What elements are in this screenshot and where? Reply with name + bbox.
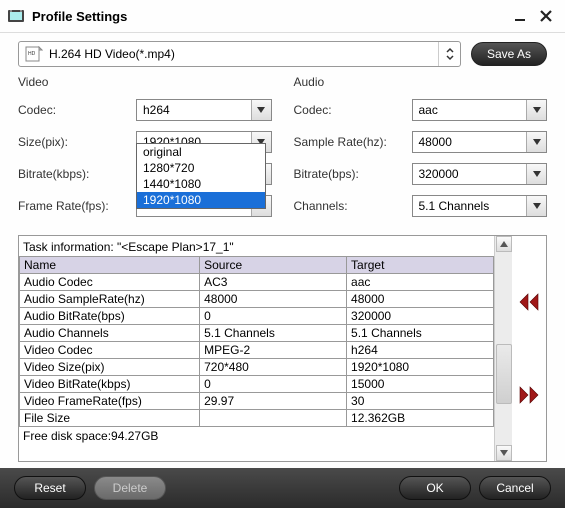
profile-settings-window: Profile Settings HD H.264 HD Video(*.mp4… <box>0 0 565 508</box>
table-cell: 0 <box>200 376 347 393</box>
table-row: Audio CodecAC3aac <box>20 274 494 291</box>
table-row: Audio BitRate(bps)0320000 <box>20 308 494 325</box>
table-cell: Audio Codec <box>20 274 200 291</box>
table-scroll: Task information: "<Escape Plan>17_1" Na… <box>19 236 494 461</box>
nav-arrows <box>512 236 546 461</box>
chevron-down-icon <box>526 196 546 216</box>
table-cell: 29.97 <box>200 393 347 410</box>
col-name: Name <box>20 257 200 274</box>
size-option[interactable]: original <box>137 144 265 160</box>
next-button[interactable] <box>516 384 542 406</box>
profile-row: HD H.264 HD Video(*.mp4) Save As <box>0 33 565 73</box>
prev-button[interactable] <box>516 291 542 313</box>
chevron-down-icon <box>526 100 546 120</box>
table-cell: 48000 <box>200 291 347 308</box>
table-row: Audio SampleRate(hz)4800048000 <box>20 291 494 308</box>
table-cell: 5.1 Channels <box>200 325 347 342</box>
table-cell: Video Size(pix) <box>20 359 200 376</box>
table-cell: aac <box>347 274 494 291</box>
table-cell: 1920*1080 <box>347 359 494 376</box>
task-info-title: Task information: "<Escape Plan>17_1" <box>19 236 494 256</box>
video-codec-label: Codec: <box>18 103 136 117</box>
table-cell: Video FrameRate(fps) <box>20 393 200 410</box>
table-cell: h264 <box>347 342 494 359</box>
table-cell: 720*480 <box>200 359 347 376</box>
audio-codec-label: Codec: <box>294 103 412 117</box>
svg-text:HD: HD <box>28 51 36 57</box>
chevron-down-icon <box>251 100 271 120</box>
size-option[interactable]: 1920*1080 <box>137 192 265 208</box>
audio-column: Audio Codec: aac Sample Rate(hz): 48000 … <box>294 75 548 227</box>
table-cell: Video Codec <box>20 342 200 359</box>
table-cell: 15000 <box>347 376 494 393</box>
table-cell: MPEG-2 <box>200 342 347 359</box>
audio-bitrate-select[interactable]: 320000 <box>412 163 548 185</box>
table-cell: 30 <box>347 393 494 410</box>
cancel-button[interactable]: Cancel <box>479 476 551 500</box>
table-cell: 5.1 Channels <box>347 325 494 342</box>
free-disk-space: Free disk space:94.27GB <box>19 427 494 445</box>
table-cell: 320000 <box>347 308 494 325</box>
scroll-down-button[interactable] <box>496 445 512 461</box>
chevron-down-icon <box>526 132 546 152</box>
size-option[interactable]: 1280*720 <box>137 160 265 176</box>
profile-select[interactable]: HD H.264 HD Video(*.mp4) <box>18 41 461 67</box>
delete-button[interactable]: Delete <box>94 476 166 500</box>
table-cell: Video BitRate(kbps) <box>20 376 200 393</box>
scroll-thumb[interactable] <box>496 344 512 404</box>
settings-grid: Video Codec: h264 Size(pix): 1920*1080 B… <box>0 73 565 235</box>
audio-title: Audio <box>294 75 548 89</box>
video-fps-label: Frame Rate(fps): <box>18 199 136 213</box>
size-option[interactable]: 1440*1080 <box>137 176 265 192</box>
table-cell: AC3 <box>200 274 347 291</box>
titlebar: Profile Settings <box>0 0 565 33</box>
save-as-button[interactable]: Save As <box>471 42 547 66</box>
col-target: Target <box>347 257 494 274</box>
video-size-label: Size(pix): <box>18 135 136 149</box>
scroll-up-button[interactable] <box>496 236 512 252</box>
audio-channels-select[interactable]: 5.1 Channels <box>412 195 548 217</box>
table-cell: Audio BitRate(bps) <box>20 308 200 325</box>
size-dropdown: original 1280*720 1440*1080 1920*1080 <box>136 143 266 209</box>
vertical-scrollbar[interactable] <box>494 236 512 461</box>
table-cell: 0 <box>200 308 347 325</box>
video-title: Video <box>18 75 272 89</box>
reset-button[interactable]: Reset <box>14 476 86 500</box>
bottom-bar: Reset Delete OK Cancel <box>0 468 565 508</box>
video-bitrate-label: Bitrate(kbps): <box>18 167 136 181</box>
ok-button[interactable]: OK <box>399 476 471 500</box>
window-title: Profile Settings <box>32 9 511 24</box>
audio-sr-select[interactable]: 48000 <box>412 131 548 153</box>
table-row: Video FrameRate(fps)29.9730 <box>20 393 494 410</box>
window-controls <box>511 7 555 25</box>
audio-channels-label: Channels: <box>294 199 412 213</box>
table-row: File Size 12.362GB <box>20 410 494 427</box>
video-codec-select[interactable]: h264 <box>136 99 272 121</box>
close-button[interactable] <box>537 7 555 25</box>
table-row: Video Size(pix)720*4801920*1080 <box>20 359 494 376</box>
profile-label: H.264 HD Video(*.mp4) <box>49 47 438 61</box>
table-row: Video CodecMPEG-2h264 <box>20 342 494 359</box>
app-icon <box>6 6 26 26</box>
table-cell: Audio SampleRate(hz) <box>20 291 200 308</box>
table-cell: Audio Channels <box>20 325 200 342</box>
col-source: Source <box>200 257 347 274</box>
table-cell: 12.362GB <box>347 410 494 427</box>
hd-file-icon: HD <box>23 45 45 63</box>
table-cell: 48000 <box>347 291 494 308</box>
task-info-table: Name Source Target Audio CodecAC3aacAudi… <box>19 256 494 427</box>
chevron-down-icon <box>526 164 546 184</box>
table-row: Audio Channels5.1 Channels5.1 Channels <box>20 325 494 342</box>
audio-sr-label: Sample Rate(hz): <box>294 135 412 149</box>
audio-bitrate-label: Bitrate(bps): <box>294 167 412 181</box>
task-info-panel: Task information: "<Escape Plan>17_1" Na… <box>18 235 547 462</box>
table-cell: File Size <box>20 410 200 427</box>
minimize-button[interactable] <box>511 7 529 25</box>
table-cell <box>200 410 347 427</box>
video-column: Video Codec: h264 Size(pix): 1920*1080 B… <box>18 75 272 227</box>
audio-codec-select[interactable]: aac <box>412 99 548 121</box>
chevron-updown-icon <box>438 42 460 66</box>
table-row: Video BitRate(kbps)015000 <box>20 376 494 393</box>
